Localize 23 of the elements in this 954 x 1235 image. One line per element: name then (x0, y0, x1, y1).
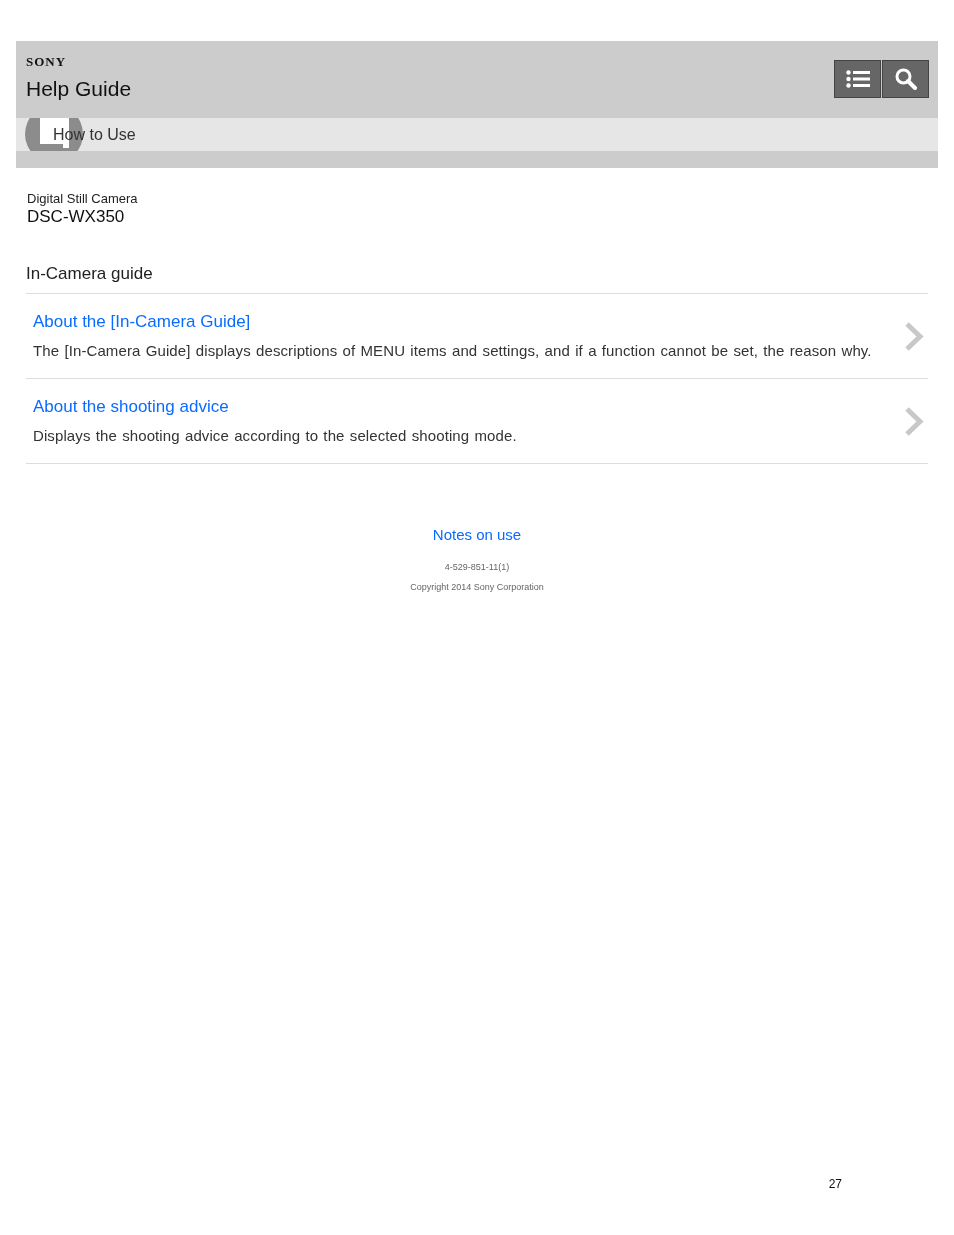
topic-description: Displays the shooting advice according to the selected shooting mode. (33, 427, 517, 445)
product-model: DSC-WX350 (27, 207, 126, 227)
document-code: 4-529-851-11(1) (444, 562, 510, 573)
guide-title: Help Guide (26, 77, 132, 101)
topic-row[interactable]: About the [In-Camera Guide] The [In-Camera Guide] displays descriptions of MENU items and settings, and if a function cannot be set, the reason why. (26, 294, 928, 379)
product-category: Digital Still Camera (27, 191, 139, 207)
copyright-text: Copyright 2014 Sony Corporation (410, 582, 544, 593)
topic-link[interactable]: About the shooting advice (33, 397, 517, 417)
topic-link[interactable]: About the [In-Camera Guide] (33, 312, 872, 332)
section-title: In-Camera guide (26, 264, 154, 284)
contents-list-button[interactable] (834, 60, 881, 98)
search-icon (894, 68, 917, 90)
notes-link[interactable]: Notes on use (432, 526, 522, 544)
topic-row[interactable]: About the shooting advice Displays the shooting advice according to the selected shooting mode. (26, 379, 928, 464)
breadcrumb-link[interactable]: How to Use (53, 122, 136, 147)
page-icon (25, 118, 83, 151)
chevron-right-icon (904, 320, 924, 352)
topic-description: The [In-Camera Guide] displays descriptions of MENU items and settings, and if a function cannot be set, the reason why. (33, 342, 872, 360)
list-icon (845, 70, 870, 88)
brand-logo: SONY (26, 55, 68, 69)
chevron-right-icon (904, 405, 924, 437)
search-button[interactable] (882, 60, 929, 98)
page-number: 27 (828, 1177, 842, 1191)
